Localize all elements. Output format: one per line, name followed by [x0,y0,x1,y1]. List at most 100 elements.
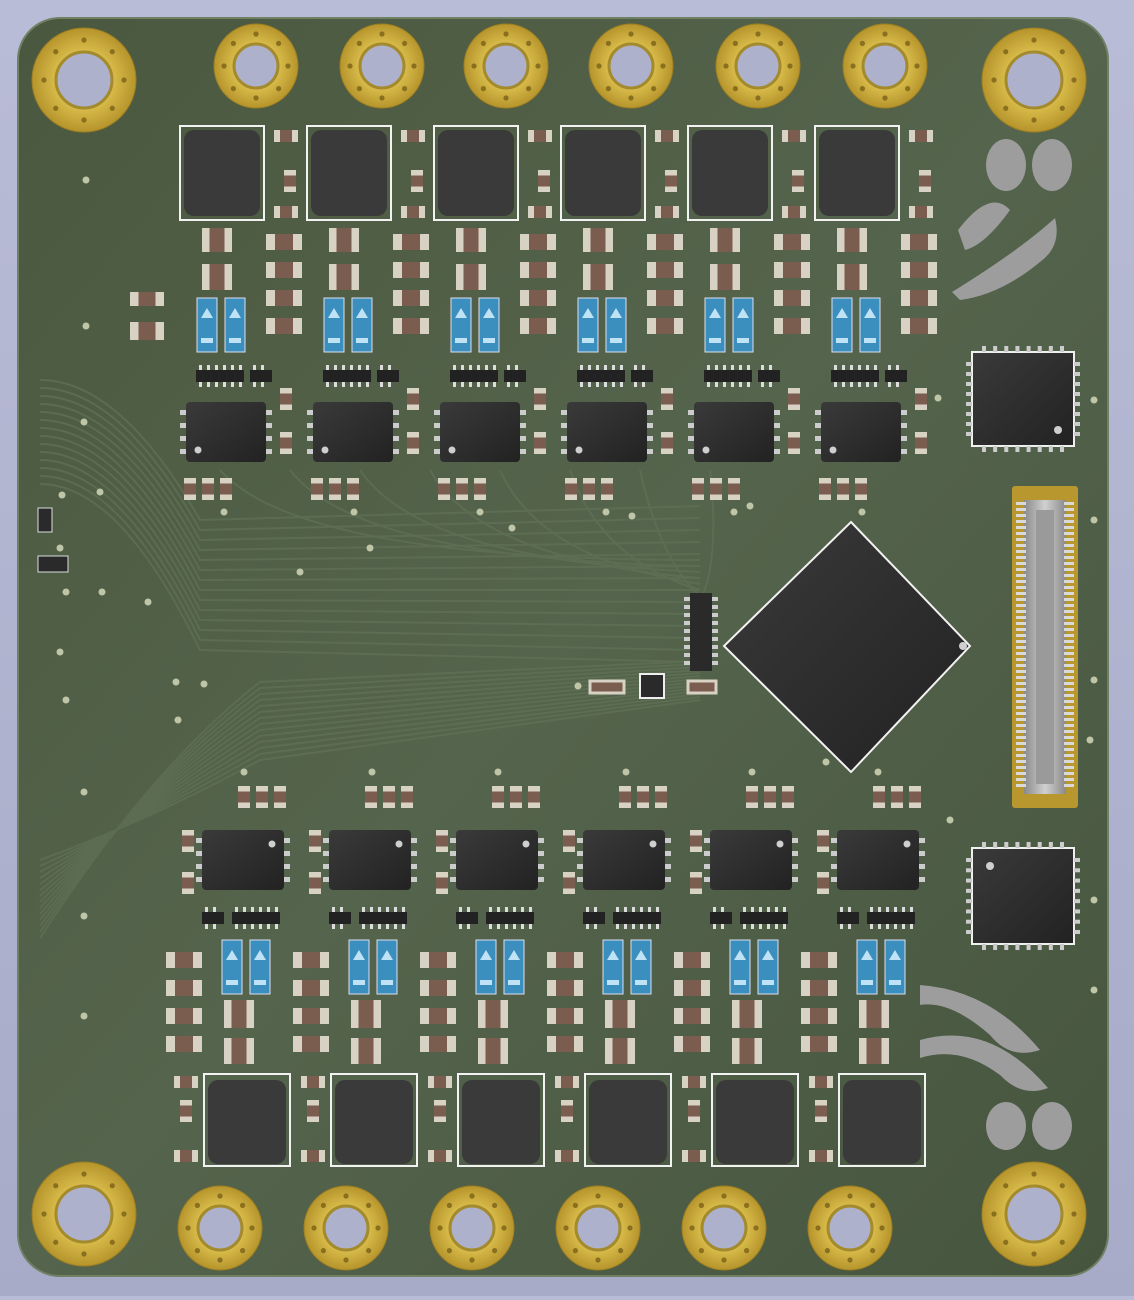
passive-component [174,1150,198,1162]
driver-ic [688,402,780,462]
passive-component [855,478,867,500]
passive-component [393,290,429,306]
tvs-diode [450,297,472,353]
passive-component [393,234,429,250]
passive-component [274,786,286,808]
passive-component [583,264,613,290]
tvs-diode [757,939,779,995]
tvs-diode [221,939,243,995]
passive-component [788,388,800,410]
qfn-chip-top [966,346,1080,452]
passive-component [605,1000,635,1028]
passive-component [764,786,776,808]
tvs-diode [859,297,881,353]
passive-component [682,1076,706,1088]
passive-component [801,980,837,996]
passive-component [182,872,194,894]
passive-component [873,786,885,808]
tvs-diode [503,939,525,995]
passive-component [583,478,595,500]
passive-component [401,786,413,808]
tvs-diode [323,297,345,353]
qfn-chip-bottom [966,842,1080,950]
tvs-diode [831,297,853,353]
passive-component [383,786,395,808]
passive-component [309,830,321,852]
tvs-diode [577,297,599,353]
passive-component [674,1008,710,1024]
passive-component [224,1000,254,1028]
passive-component [420,1008,456,1024]
passive-component [166,980,202,996]
driver-ic [577,830,671,890]
tvs-diode [475,939,497,995]
passive-component [692,478,704,500]
passive-component [801,1036,837,1052]
fpc-connector [1012,486,1078,808]
passive-component [520,262,556,278]
driver-ic [180,402,272,462]
power-inductor [711,1073,799,1167]
passive-component [915,432,927,454]
passive-component [492,786,504,808]
passive-component [538,170,550,192]
passive-component [420,1036,456,1052]
passive-component [301,1076,325,1088]
power-inductor [306,125,392,221]
pcb-3d-viewer [0,0,1134,1296]
passive-component [674,1036,710,1052]
passive-component [901,290,937,306]
passive-component [788,432,800,454]
passive-component [809,1076,833,1088]
passive-component [601,478,613,500]
passive-component [311,478,323,500]
passive-component [555,1150,579,1162]
passive-component [284,170,296,192]
tvs-diode [704,297,726,353]
passive-component [728,478,740,500]
passive-component [351,1000,381,1028]
passive-component [782,786,794,808]
passive-component [909,786,921,808]
passive-component [166,1036,202,1052]
passive-component [859,1038,889,1064]
mounting-hole [31,1161,137,1267]
passive-component [732,1000,762,1028]
passive-component [674,952,710,968]
passive-component [534,388,546,410]
passive-component [274,206,298,218]
tvs-diode [602,939,624,995]
passive-component [166,1008,202,1024]
passive-component [647,318,683,334]
tvs-diode [351,297,373,353]
passive-component [774,318,810,334]
top-terminal-pad [213,23,299,109]
passive-component [837,478,849,500]
passive-component [351,1038,381,1064]
passive-component [266,318,302,334]
passive-component [547,1036,583,1052]
power-inductor [687,125,773,221]
power-inductor [179,125,265,221]
passive-component [809,1150,833,1162]
passive-component [174,1076,198,1088]
passive-component [393,262,429,278]
passive-component [428,1076,452,1088]
passive-component [478,1038,508,1064]
passive-component [274,130,298,142]
power-inductor [814,125,900,221]
passive-component [309,872,321,894]
passive-component [859,1000,889,1028]
bottom-terminal-pad [681,1185,767,1271]
driver-ic [815,402,907,462]
passive-component [428,1150,452,1162]
passive-component [792,170,804,192]
passive-component [605,1038,635,1064]
passive-component [293,1036,329,1052]
passive-component [456,228,486,252]
power-inductor [560,125,646,221]
passive-component [583,228,613,252]
passive-component [293,952,329,968]
passive-component [280,432,292,454]
passive-component [301,1150,325,1162]
